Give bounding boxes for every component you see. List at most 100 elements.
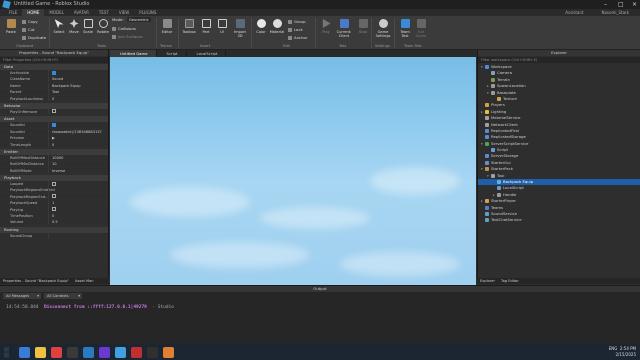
join-surfaces-toggle[interactable]: Join Surfaces — [112, 34, 143, 40]
import-3d-button[interactable]: Import 3D — [232, 19, 248, 38]
property-checkbox[interactable] — [52, 122, 56, 127]
property-value[interactable]: Tool — [48, 89, 108, 95]
property-value[interactable] — [48, 187, 108, 193]
maximize-icon[interactable]: □ — [618, 0, 624, 9]
tab-explorer[interactable]: Explorer — [477, 278, 498, 284]
select-tool-button[interactable]: Select — [51, 19, 67, 34]
user-name[interactable]: Nasomi_Stark — [596, 9, 634, 16]
explorer-item[interactable]: TextChatService — [478, 217, 640, 223]
language-indicator[interactable]: ENG — [609, 346, 618, 351]
color-button[interactable]: Color — [253, 19, 269, 34]
property-value[interactable] — [48, 181, 108, 187]
property-row[interactable]: SoundGroup — [0, 232, 108, 240]
property-value[interactable] — [48, 232, 108, 239]
contexts-filter-dropdown[interactable]: All Contexts — [44, 293, 82, 299]
properties-bottom-tabs: Properties - Sound "Backpack Equip" Asse… — [0, 278, 109, 284]
minimize-icon[interactable]: – — [604, 0, 607, 9]
property-value[interactable] — [48, 193, 108, 200]
property-value[interactable]: Sound — [48, 76, 108, 82]
toolbox-button[interactable]: Toolbox — [181, 19, 197, 34]
collisions-toggle[interactable]: Collisions — [112, 26, 136, 32]
scale-tool-button[interactable]: Scale — [80, 19, 96, 34]
current-client-button[interactable]: Current: Client — [333, 19, 355, 38]
doc-tab-script[interactable]: Script — [157, 50, 187, 57]
property-value[interactable]: 10 — [48, 161, 108, 167]
property-row[interactable]: PlayOnRemove — [0, 108, 108, 116]
anchor-button[interactable]: Anchor — [288, 35, 307, 41]
property-value[interactable]: Inverse — [48, 167, 108, 174]
tab-file[interactable]: FILE — [4, 9, 22, 16]
property-checkbox[interactable] — [52, 70, 56, 75]
property-value[interactable]: 0 — [48, 213, 108, 219]
property-row[interactable]: PlaybackLoudness 0 — [0, 95, 108, 102]
property-value[interactable]: rbxassetid://138346883137 — [48, 128, 108, 135]
terrain-editor-button[interactable]: Editor — [159, 19, 175, 34]
tab-asset-manager[interactable]: Asset Man — [72, 278, 97, 284]
tab-tag-editor[interactable]: Tag Editor — [498, 278, 522, 284]
taskbar-app-icon[interactable] — [131, 346, 142, 358]
property-value[interactable]: 0 — [48, 95, 108, 101]
team-test-button[interactable]: Team Test — [397, 19, 413, 38]
properties-filter-input[interactable]: Filter Properties (Ctrl+Shift+P) — [0, 57, 108, 63]
property-value[interactable]: 0.5 — [48, 219, 108, 225]
start-menu-icon[interactable] — [4, 346, 9, 358]
taskbar-app-icon[interactable] — [83, 346, 94, 358]
property-row[interactable]: Volume 0.5 — [0, 219, 108, 226]
taskbar-app-icon[interactable] — [19, 346, 30, 358]
tab-plugins[interactable]: PLUGINS — [134, 9, 161, 16]
material-button[interactable]: Material — [269, 19, 285, 34]
rotate-tool-button[interactable]: Rotate — [95, 19, 111, 34]
taskbar-app-icon[interactable] — [163, 346, 174, 358]
property-checkbox[interactable] — [52, 181, 56, 186]
ui-button[interactable]: UI — [214, 19, 230, 34]
play-button[interactable]: Play — [318, 19, 334, 34]
property-row[interactable]: RollOffMode Inverse — [0, 167, 108, 175]
messages-filter-dropdown[interactable]: All Messages — [3, 293, 41, 299]
property-checkbox[interactable] — [52, 194, 56, 199]
property-value[interactable]: Backpack Equip — [48, 82, 108, 89]
3d-viewport[interactable] — [110, 57, 476, 285]
taskbar-app-icon[interactable] — [51, 346, 62, 358]
clock-date[interactable]: 2/15/2025 — [609, 352, 636, 358]
copy-button[interactable]: Copy — [22, 19, 38, 25]
taskbar-app-icon[interactable] — [35, 346, 46, 358]
stop-button[interactable]: Stop — [355, 19, 371, 34]
tab-home[interactable]: HOME — [22, 9, 45, 16]
tab-view[interactable]: VIEW — [114, 9, 134, 16]
property-value[interactable]: 0 — [48, 141, 108, 147]
property-value[interactable] — [48, 206, 108, 213]
doc-tab-untitled-game[interactable]: Untitled Game — [110, 50, 157, 57]
explorer-filter-input[interactable]: Filter workspace (Ctrl+Shift+X) — [478, 57, 640, 63]
clock-time[interactable]: 2:54 PM — [620, 346, 636, 351]
mode-selector[interactable]: Mode: Geometric — [112, 17, 151, 23]
property-value[interactable]: 10000 — [48, 154, 108, 161]
property-checkbox[interactable] — [52, 207, 56, 212]
tab-properties[interactable]: Properties - Sound "Backpack Equip" — [0, 278, 72, 284]
property-value[interactable] — [48, 108, 108, 115]
duplicate-button[interactable]: Duplicate — [22, 35, 46, 41]
sky-cloud — [370, 167, 460, 195]
tab-model[interactable]: MODEL — [44, 9, 68, 16]
taskbar-app-icon[interactable] — [67, 346, 78, 358]
exit-game-button[interactable]: Exit Game — [413, 19, 429, 38]
tab-test[interactable]: TEST — [94, 9, 114, 16]
property-value[interactable] — [48, 70, 108, 76]
taskbar-app-icon[interactable] — [147, 346, 158, 358]
property-value[interactable] — [48, 122, 108, 128]
game-settings-button[interactable]: Game Settings — [374, 19, 392, 38]
property-row[interactable]: TimeLength 0 — [0, 141, 108, 148]
doc-tab-localscript[interactable]: LocalScript — [187, 50, 227, 57]
paste-button[interactable]: Paste — [3, 19, 19, 34]
part-button[interactable]: Part — [198, 19, 214, 34]
taskbar-app-icon[interactable] — [99, 346, 110, 358]
property-checkbox[interactable] — [52, 109, 56, 114]
property-value[interactable]: 1 — [48, 200, 108, 206]
cut-button[interactable]: Cut — [22, 27, 35, 33]
lock-button[interactable]: Lock — [288, 27, 303, 33]
taskbar-app-icon[interactable] — [115, 346, 126, 358]
assistant-button[interactable]: Assistant — [560, 9, 588, 16]
close-icon[interactable]: × — [632, 0, 637, 9]
property-value[interactable]: ▶ — [48, 135, 108, 141]
group-button[interactable]: Group — [288, 19, 306, 25]
tab-avatar[interactable]: AVATAR — [69, 9, 94, 16]
